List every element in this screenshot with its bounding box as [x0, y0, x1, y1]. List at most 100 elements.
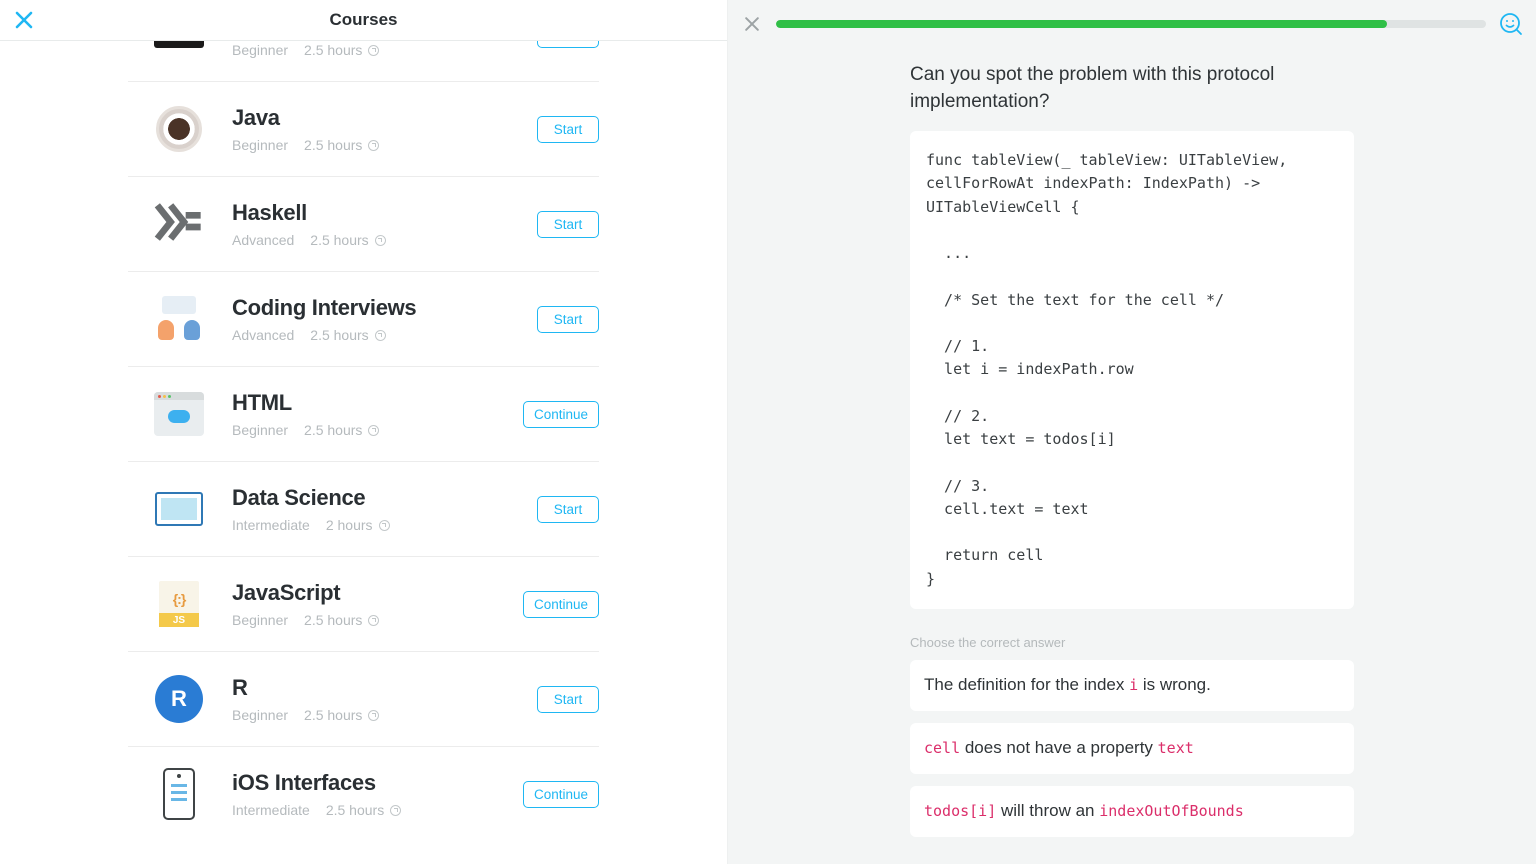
answer-hint: Choose the correct answer — [910, 635, 1354, 650]
app-root: Courses Swift Beginner 2.5 hours Start — [0, 0, 1536, 864]
quiz: Can you spot the problem with this proto… — [910, 62, 1354, 837]
course-body: Haskell Advanced 2.5 hours — [232, 200, 525, 248]
answer-option[interactable]: todos[i] will throw an indexOutOfBounds — [910, 786, 1354, 837]
courses-header: Courses — [0, 0, 727, 41]
course-level: Beginner — [232, 137, 288, 153]
course-meta: Beginner 2.5 hours — [232, 707, 525, 723]
course-duration: 2.5 hours — [326, 802, 401, 818]
clock-icon — [375, 330, 386, 341]
r-icon: R — [154, 674, 204, 724]
course-level: Beginner — [232, 612, 288, 628]
answer-code: indexOutOfBounds — [1099, 802, 1244, 820]
course-body: HTML Beginner 2.5 hours — [232, 390, 511, 438]
clock-icon — [368, 425, 379, 436]
clock-icon — [368, 45, 379, 56]
course-row[interactable]: HTML Beginner 2.5 hours Continue — [128, 367, 599, 462]
clock-icon — [368, 710, 379, 721]
answer-text: The definition for the index — [924, 675, 1129, 694]
clock-icon — [390, 805, 401, 816]
close-icon[interactable] — [740, 12, 764, 36]
course-level: Advanced — [232, 327, 294, 343]
code-block: func tableView(_ tableView: UITableView,… — [910, 131, 1354, 609]
course-title: Haskell — [232, 200, 525, 226]
swift-icon — [154, 41, 204, 59]
answer-text: does not have a property — [960, 738, 1158, 757]
course-list-scroll[interactable]: Swift Beginner 2.5 hours Start Java Begi… — [0, 41, 727, 864]
start-button[interactable]: Start — [537, 211, 599, 238]
course-body: JavaScript Beginner 2.5 hours — [232, 580, 511, 628]
progress-fill — [776, 20, 1387, 28]
page-title: Courses — [0, 10, 727, 30]
course-body: Data Science Intermediate 2 hours — [232, 485, 525, 533]
course-body: Coding Interviews Advanced 2.5 hours — [232, 295, 525, 343]
continue-button[interactable]: Continue — [523, 781, 599, 808]
course-row[interactable]: Data Science Intermediate 2 hours Start — [128, 462, 599, 557]
course-level: Beginner — [232, 422, 288, 438]
course-meta: Beginner 2.5 hours — [232, 42, 525, 58]
start-button[interactable]: Start — [537, 41, 599, 48]
clock-icon — [375, 235, 386, 246]
start-button[interactable]: Start — [537, 306, 599, 333]
course-title: Java — [232, 105, 525, 131]
answer-code: text — [1158, 739, 1194, 757]
ios-icon — [154, 769, 204, 819]
course-row[interactable]: Coding Interviews Advanced 2.5 hours Sta… — [128, 272, 599, 367]
course-row[interactable]: iOS Interfaces Intermediate 2.5 hours Co… — [128, 747, 599, 841]
course-duration: 2.5 hours — [310, 232, 385, 248]
continue-button[interactable]: Continue — [523, 591, 599, 618]
course-meta: Beginner 2.5 hours — [232, 612, 511, 628]
course-row[interactable]: {:} JavaScript Beginner 2.5 hours Contin… — [128, 557, 599, 652]
course-duration: 2.5 hours — [304, 42, 379, 58]
course-title: iOS Interfaces — [232, 770, 511, 796]
answer-option[interactable]: The definition for the index i is wrong. — [910, 660, 1354, 711]
course-row[interactable]: R R Beginner 2.5 hours Start — [128, 652, 599, 747]
start-button[interactable]: Start — [537, 686, 599, 713]
clock-icon — [379, 520, 390, 531]
answer-code: i — [1129, 676, 1138, 694]
quiz-body[interactable]: Can you spot the problem with this proto… — [728, 48, 1536, 864]
course-meta: Advanced 2.5 hours — [232, 327, 525, 343]
course-title: HTML — [232, 390, 511, 416]
javascript-icon: {:} — [154, 579, 204, 629]
answer-option[interactable]: cell does not have a property text — [910, 723, 1354, 774]
course-row[interactable]: Swift Beginner 2.5 hours Start — [128, 41, 599, 82]
course-body: iOS Interfaces Intermediate 2.5 hours — [232, 770, 511, 818]
course-level: Intermediate — [232, 517, 310, 533]
answer-text: will throw an — [996, 801, 1099, 820]
start-button[interactable]: Start — [537, 116, 599, 143]
course-level: Advanced — [232, 232, 294, 248]
course-duration: 2.5 hours — [304, 422, 379, 438]
course-body: R Beginner 2.5 hours — [232, 675, 525, 723]
interview-icon — [154, 294, 204, 344]
course-body: Java Beginner 2.5 hours — [232, 105, 525, 153]
clock-icon — [368, 140, 379, 151]
progress-bar — [776, 20, 1486, 28]
html-icon — [154, 389, 204, 439]
course-title: JavaScript — [232, 580, 511, 606]
answer-text: is wrong. — [1138, 675, 1211, 694]
continue-button[interactable]: Continue — [523, 401, 599, 428]
course-meta: Beginner 2.5 hours — [232, 422, 511, 438]
start-button[interactable]: Start — [537, 496, 599, 523]
course-title: R — [232, 675, 525, 701]
course-meta: Beginner 2.5 hours — [232, 137, 525, 153]
course-meta: Intermediate 2 hours — [232, 517, 525, 533]
close-icon[interactable] — [12, 8, 36, 32]
answer-code: todos[i] — [924, 802, 996, 820]
course-duration: 2.5 hours — [310, 327, 385, 343]
course-list: Swift Beginner 2.5 hours Start Java Begi… — [0, 41, 727, 841]
data-science-icon — [154, 484, 204, 534]
course-row[interactable]: Haskell Advanced 2.5 hours Start — [128, 177, 599, 272]
quiz-header — [728, 0, 1536, 48]
quiz-question: Can you spot the problem with this proto… — [910, 62, 1354, 115]
hint-icon[interactable] — [1498, 11, 1524, 37]
course-level: Beginner — [232, 707, 288, 723]
course-meta: Intermediate 2.5 hours — [232, 802, 511, 818]
clock-icon — [368, 615, 379, 626]
courses-pane: Courses Swift Beginner 2.5 hours Start — [0, 0, 728, 864]
course-body: Swift Beginner 2.5 hours — [232, 41, 525, 58]
course-duration: 2.5 hours — [304, 612, 379, 628]
course-title: Data Science — [232, 485, 525, 511]
course-row[interactable]: Java Beginner 2.5 hours Start — [128, 82, 599, 177]
course-duration: 2.5 hours — [304, 707, 379, 723]
